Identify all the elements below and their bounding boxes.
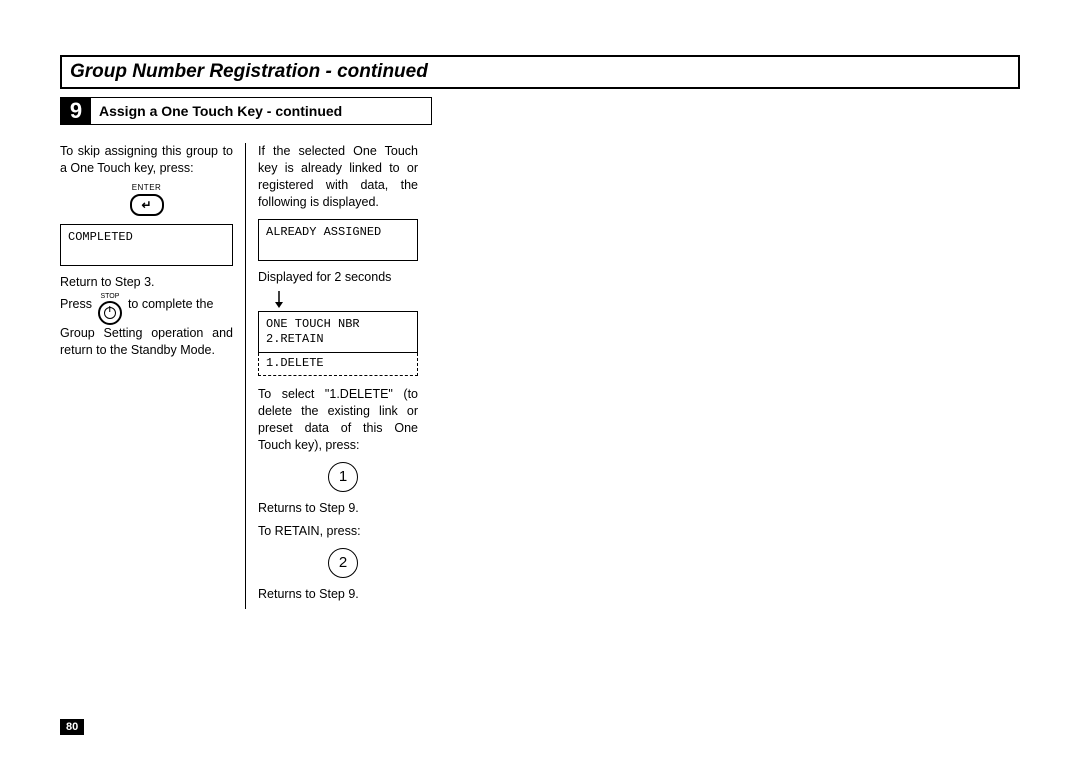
step-header: 9 Assign a One Touch Key - continued	[60, 97, 432, 125]
displayed-2s: Displayed for 2 seconds	[258, 269, 418, 286]
col2-intro: If the selected One Touch key is already…	[258, 143, 418, 211]
column-2: If the selected One Touch key is already…	[245, 143, 430, 609]
press-tail: to complete the	[128, 297, 233, 311]
col1-rest: Group Setting operation and return to th…	[60, 325, 233, 359]
keypad-2-icon: 2	[328, 548, 358, 578]
stop-button-icon	[98, 301, 122, 325]
lcd-one-touch: ONE TOUCH NBR 2.RETAIN	[258, 311, 418, 353]
col2-return-step9b: Returns to Step 9.	[258, 586, 418, 603]
page-number: 80	[60, 719, 84, 735]
col1-return-step3: Return to Step 3.	[60, 274, 233, 291]
power-icon	[104, 307, 116, 319]
step-number: 9	[61, 98, 91, 124]
col1-intro: To skip assigning this group to a One To…	[60, 143, 233, 177]
col2-return-step9a: Returns to Step 9.	[258, 500, 418, 517]
content-columns: To skip assigning this group to a One To…	[60, 143, 1020, 609]
lcd-dashed-delete: 1.DELETE	[258, 353, 418, 376]
lcd-completed: COMPLETED	[60, 224, 233, 266]
stop-button-group: STOP	[94, 291, 126, 325]
manual-page: Group Number Registration - continued 9 …	[0, 0, 1080, 763]
press-stop-line: Press STOP to complete the	[60, 297, 233, 325]
col2-select-delete: To select "1.DELETE" (to delete the exis…	[258, 386, 418, 454]
lcd-already-assigned: ALREADY ASSIGNED	[258, 219, 418, 261]
press-word: Press	[60, 297, 92, 311]
keypad-1-icon: 1	[328, 462, 358, 492]
lcd-line-2: 2.RETAIN	[266, 332, 410, 347]
lcd-line-1: ONE TOUCH NBR	[266, 317, 410, 332]
arrow-down-icon	[272, 291, 286, 309]
enter-label: ENTER	[60, 183, 233, 192]
enter-button-icon: ↵	[130, 194, 164, 216]
step-title: Assign a One Touch Key - continued	[91, 98, 350, 124]
section-title-bar: Group Number Registration - continued	[60, 55, 1020, 89]
column-1: To skip assigning this group to a One To…	[60, 143, 245, 609]
stop-label: STOP	[100, 293, 119, 300]
col2-to-retain: To RETAIN, press:	[258, 523, 418, 540]
section-title: Group Number Registration - continued	[70, 61, 428, 82]
